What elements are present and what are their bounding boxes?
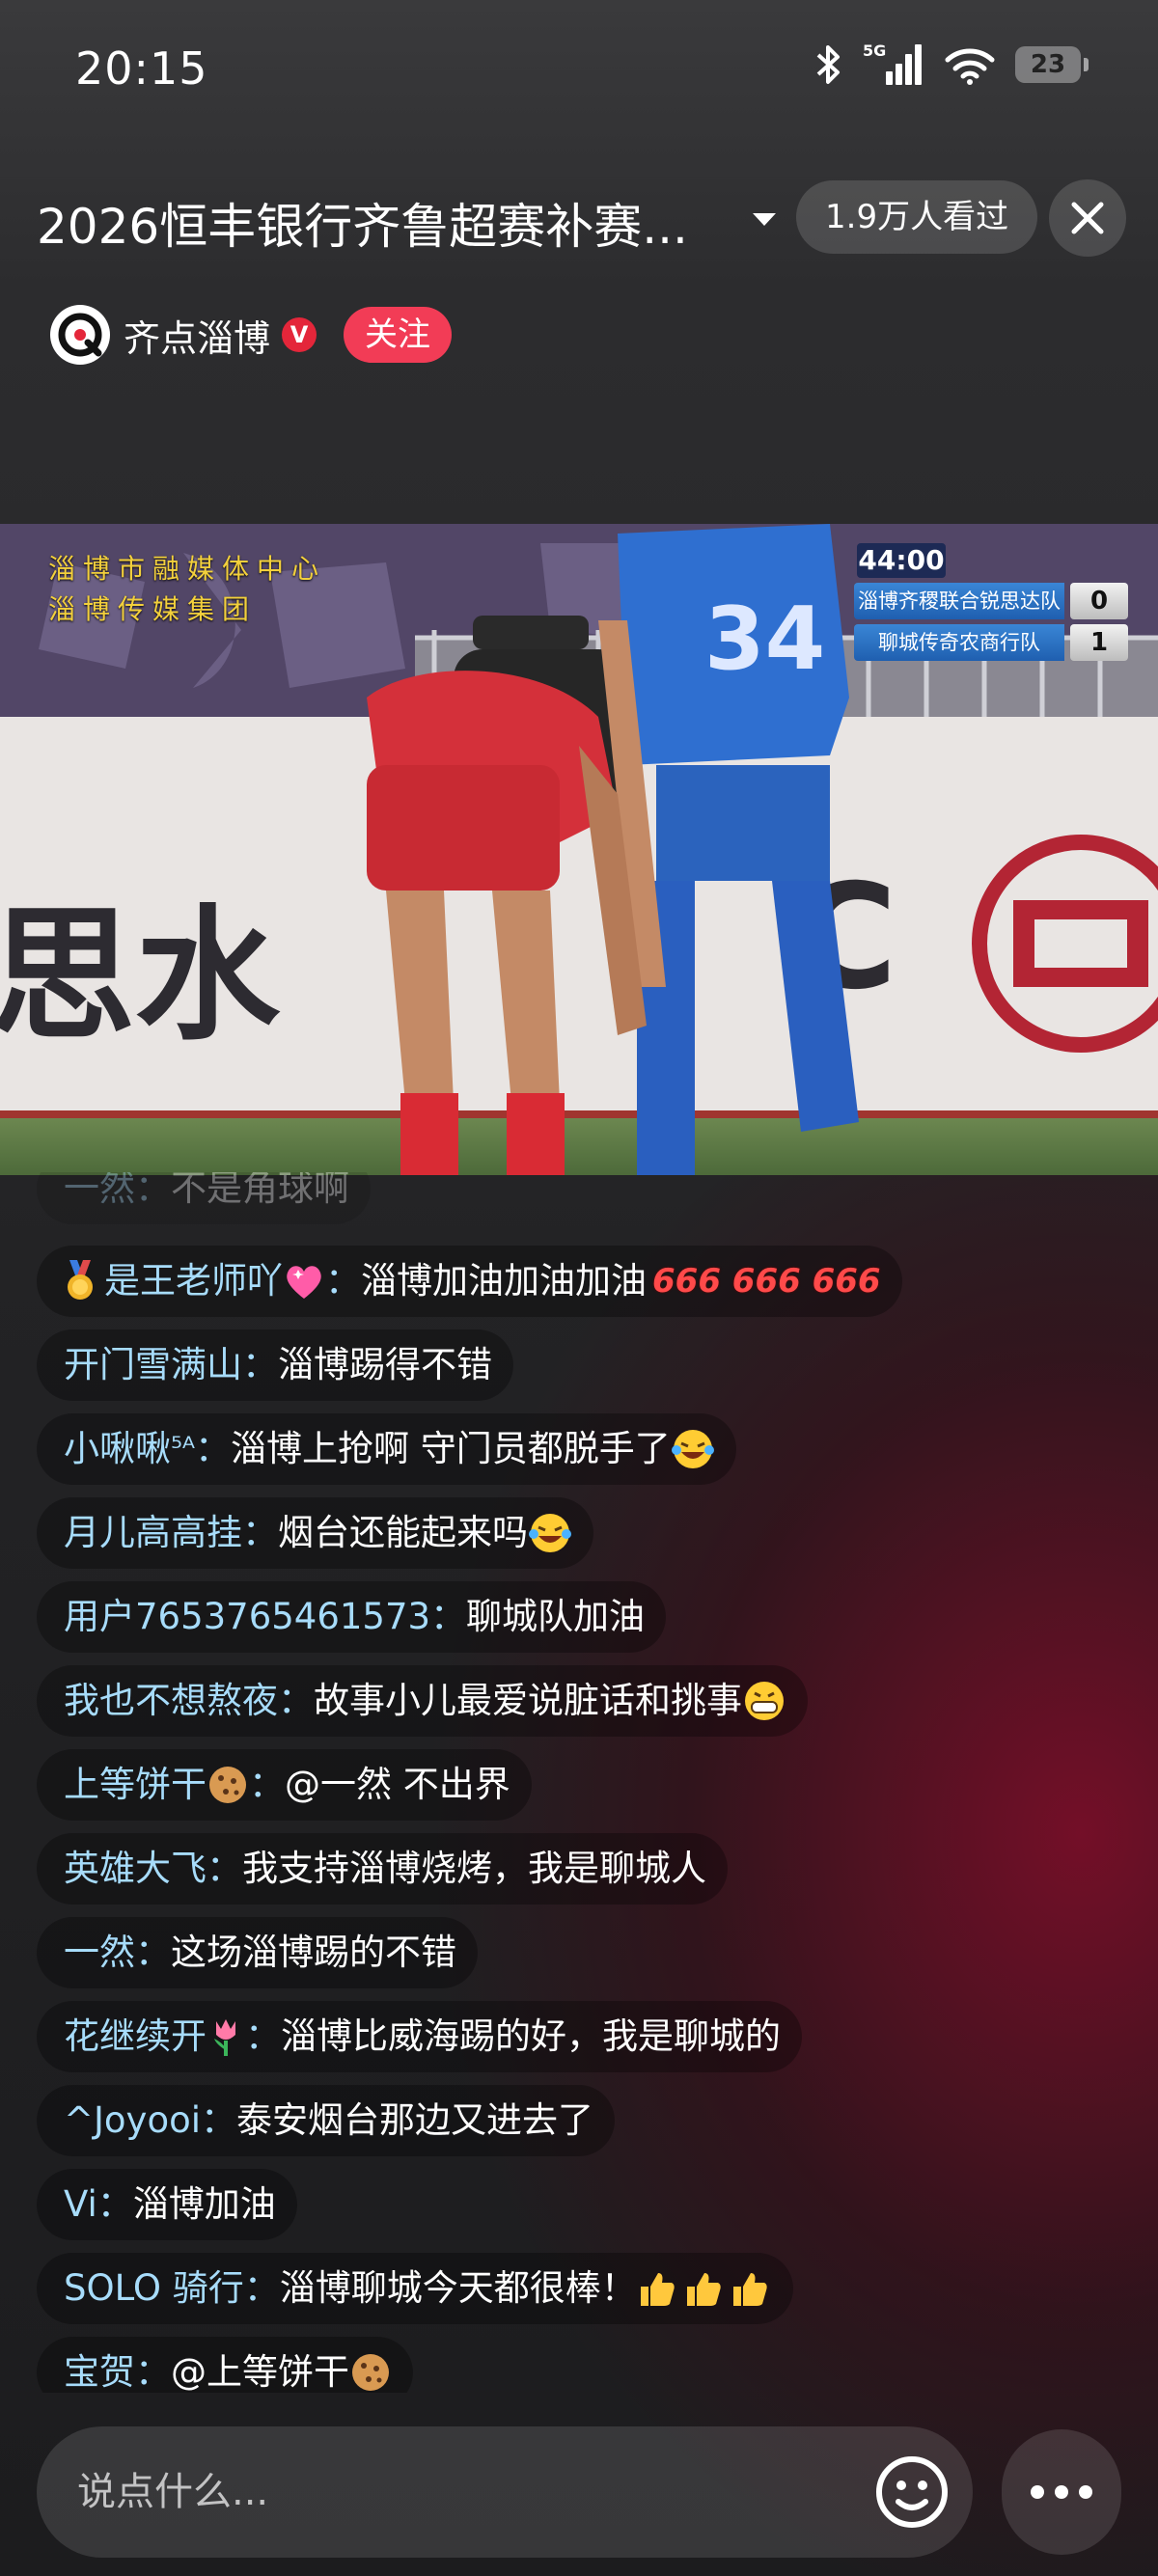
more-dots-icon xyxy=(1031,2485,1092,2499)
comment-user[interactable]: SOLO 骑行 xyxy=(64,2253,244,2324)
scoreboard-away: 聊城传奇农商行队 1 xyxy=(854,623,1128,662)
smiley-icon xyxy=(876,2456,948,2528)
comment-text: 不是角球啊 xyxy=(171,1172,349,1209)
grinning-emoji-icon xyxy=(745,1682,784,1720)
status-icons: 5G 23 xyxy=(814,42,1089,87)
comment-text: @上等饼干 xyxy=(171,2351,349,2393)
medal-icon xyxy=(68,1260,93,1300)
home-team-name: 淄博齐稷联合锐思达队 xyxy=(854,583,1064,619)
video-player[interactable]: 思水 C 34 淄博市融媒体中心 淄博传媒集团 44:00 淄博齐稷联合锐思达队… xyxy=(0,524,1158,1175)
sparkling-heart-icon xyxy=(287,1266,321,1299)
comment-text: 这场淄博踢的不错 xyxy=(171,1932,456,1973)
comment-user[interactable]: 用户7653765461573 xyxy=(64,1581,430,1653)
status-time: 20:15 xyxy=(75,42,208,95)
comment-item: 用户7653765461573：聊城队加油 xyxy=(37,1581,667,1653)
emoji-button[interactable] xyxy=(871,2452,952,2533)
comment-user[interactable]: 上等饼干 xyxy=(64,1749,207,1821)
close-icon xyxy=(1071,202,1104,234)
close-button[interactable] xyxy=(1049,179,1126,257)
thumbs-up-icons xyxy=(640,2273,767,2306)
svg-text:34: 34 xyxy=(704,589,825,690)
comment-text: 聊城队加油 xyxy=(466,1596,646,1637)
laughing-tears-emoji-icon xyxy=(529,1514,571,1552)
watermark-line-1: 淄博市融媒体中心 xyxy=(48,553,327,585)
comment-text: 淄博加油 xyxy=(132,2183,276,2225)
bluetooth-icon xyxy=(816,45,840,84)
away-team-score: 1 xyxy=(1070,624,1128,661)
emoji-666: 666 666 666 xyxy=(652,1262,881,1301)
comment-item: 小啾啾 ⁵ᴬ ：淄博上抢啊 守门员都脱手了 xyxy=(37,1413,736,1485)
verified-badge: V xyxy=(282,317,317,352)
comment-text: 淄博上抢啊 守门员都脱手了 xyxy=(230,1428,671,1469)
comment-list[interactable]: 一然：不是角球啊 是王老师吖 ：淄博加油加油加油 666 666 666 开门雪… xyxy=(37,1172,1002,2393)
channel-avatar[interactable] xyxy=(50,305,110,365)
comment-item: ^Joyooi：泰安烟台那边又进去了 xyxy=(37,2085,616,2156)
comment-user[interactable]: 宝贺 xyxy=(64,2337,135,2393)
comment-user[interactable]: 一然 xyxy=(64,1917,135,1988)
scoreboard-home: 淄博齐稷联合锐思达队 0 xyxy=(854,582,1128,620)
comment-user[interactable]: 我也不想熬夜 xyxy=(64,1665,278,1737)
comment-text: 我支持淄博烧烤，我是聊城人 xyxy=(242,1848,706,1889)
comment-item: 花继续开 ：淄博比威海踢的好，我是聊城的 xyxy=(37,2001,802,2072)
comment-input[interactable]: 说点什么... xyxy=(77,2426,268,2558)
comment-user[interactable]: ^Joyooi xyxy=(64,2085,201,2156)
channel-logo-icon xyxy=(58,313,102,357)
comment-user[interactable]: 开门雪满山 xyxy=(64,1329,242,1401)
comment-text: 故事小儿最爱说脏话和挑事 xyxy=(314,1680,742,1721)
svg-text:思水: 思水 xyxy=(0,892,281,1060)
comment-user[interactable]: 是王老师吖 xyxy=(104,1246,283,1317)
wifi-icon xyxy=(945,48,995,85)
comment-item: Vi：淄博加油 xyxy=(37,2169,297,2240)
watermark-line-2: 淄博传媒集团 xyxy=(48,593,258,625)
comment-user[interactable]: 月儿高高挂 xyxy=(64,1497,242,1569)
comment-item: 一然：不是角球啊 xyxy=(37,1172,371,1224)
svg-text:5G: 5G xyxy=(863,42,886,60)
title-dropdown-button[interactable] xyxy=(745,205,784,233)
comment-input-bar[interactable]: 说点什么... xyxy=(37,2426,973,2558)
broadcaster-watermark: 淄博市融媒体中心 淄博传媒集团 xyxy=(48,549,326,630)
comment-text: @一然 不出界 xyxy=(285,1764,510,1805)
comment-item: 上等饼干 ： @一然 不出界 xyxy=(37,1749,532,1821)
channel-name[interactable]: 齐点淄博 xyxy=(124,309,270,362)
status-bar: 20:15 5G 23 xyxy=(0,0,1158,145)
comment-item: 一然：这场淄博踢的不错 xyxy=(37,1917,478,1988)
comment-user[interactable]: Vi xyxy=(64,2169,97,2240)
laughing-tears-emoji-icon xyxy=(671,1430,714,1468)
comment-text: 烟台还能起来吗 xyxy=(278,1512,528,1553)
comment-user[interactable]: 花继续开 xyxy=(64,2001,207,2072)
comment-item: 月儿高高挂：烟台还能起来吗 xyxy=(37,1497,593,1569)
comment-user-suffix: ⁵ᴬ xyxy=(171,1432,195,1466)
live-title: 2026恒丰银行齐鲁超赛补赛... xyxy=(37,199,688,255)
comment-item: 英雄大飞：我支持淄博烧烤，我是聊城人 xyxy=(37,1833,728,1905)
channel-info: 齐点淄博 V 关注 xyxy=(50,301,453,369)
caret-down-icon xyxy=(753,213,776,226)
comment-text: 淄博加油加油加油 xyxy=(361,1260,647,1302)
comment-item: 我也不想熬夜：故事小儿最爱说脏话和挑事 xyxy=(37,1665,808,1737)
comment-text: 淄博比威海踢的好，我是聊城的 xyxy=(281,2015,781,2057)
match-clock: 44:00 xyxy=(857,543,946,578)
comment-user[interactable]: 一然 xyxy=(64,1172,135,1224)
view-count: 1.9万人看过 xyxy=(796,180,1038,254)
comment-item: 宝贺： @上等饼干 xyxy=(37,2337,413,2393)
comment-item: 开门雪满山：淄博踢得不错 xyxy=(37,1329,513,1401)
comment-item: SOLO 骑行：淄博聊城今天都很棒！ xyxy=(37,2253,793,2324)
away-team-name: 聊城传奇农商行队 xyxy=(854,624,1064,661)
comment-user[interactable]: 英雄大飞 xyxy=(64,1833,207,1905)
comment-user[interactable]: 小啾啾 xyxy=(64,1413,171,1485)
comment-item: 是王老师吖 ：淄博加油加油加油 666 666 666 xyxy=(37,1246,902,1317)
home-team-score: 0 xyxy=(1070,583,1128,619)
comment-text: 淄博踢得不错 xyxy=(278,1344,492,1385)
cookie-icon xyxy=(209,1767,246,1803)
cellular-5g-icon: 5G xyxy=(863,42,922,85)
cookie-icon xyxy=(352,2354,389,2391)
more-button[interactable] xyxy=(1002,2429,1121,2555)
follow-button[interactable]: 关注 xyxy=(344,307,453,363)
battery-level: 23 xyxy=(1030,50,1066,79)
comment-text: 泰安烟台那边又进去了 xyxy=(236,2099,594,2141)
tulip-icon xyxy=(214,2019,235,2056)
comment-text: 淄博聊城今天都很棒！ xyxy=(279,2267,637,2309)
battery-icon: 23 xyxy=(1015,46,1089,83)
